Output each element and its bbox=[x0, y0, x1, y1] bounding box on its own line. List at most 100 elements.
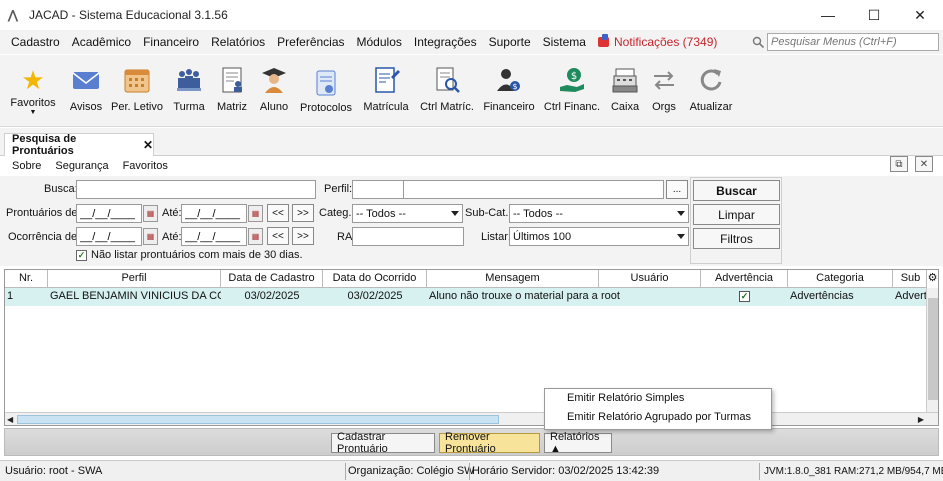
vertical-scrollbar[interactable] bbox=[926, 288, 938, 413]
svg-text:$: $ bbox=[512, 82, 517, 91]
matricula-button[interactable]: Matrícula bbox=[361, 55, 411, 127]
vertical-scroll-thumb[interactable] bbox=[928, 298, 938, 400]
col-usuario[interactable]: Usuário bbox=[599, 270, 701, 288]
cadastrar-prontuario-button[interactable]: Cadastrar Prontuário bbox=[331, 431, 435, 455]
caixa-button[interactable]: Caixa bbox=[608, 55, 642, 127]
col-perfil[interactable]: Perfil bbox=[48, 270, 221, 288]
ra-input[interactable] bbox=[352, 227, 464, 246]
financeiro-button[interactable]: $ Financeiro bbox=[482, 55, 536, 127]
envelope-icon bbox=[71, 65, 101, 95]
limpar-button[interactable]: Limpar bbox=[693, 204, 780, 225]
calendar-icon[interactable]: ▦ bbox=[248, 205, 263, 222]
categ-select[interactable]: -- Todos -- bbox=[352, 204, 463, 223]
tab-pesquisa-prontuarios[interactable]: Pesquisa de Prontuários ✕ bbox=[4, 133, 154, 157]
favoritos-button[interactable]: ★ Favoritos ▼ bbox=[8, 55, 58, 127]
menu-suporte[interactable]: Suporte bbox=[489, 35, 531, 49]
menu-sistema[interactable]: Sistema bbox=[543, 35, 586, 49]
listar-select[interactable]: Últimos 100 bbox=[509, 227, 689, 246]
col-advertencia[interactable]: Advertência bbox=[701, 270, 788, 288]
ra-label: RA bbox=[337, 231, 353, 243]
caixa-label: Caixa bbox=[610, 101, 640, 113]
calendar-icon[interactable]: ▦ bbox=[248, 228, 263, 245]
emitir-relatorio-agrupado-item[interactable]: Emitir Relatório Agrupado por Turmas bbox=[545, 408, 771, 427]
ocorrencia-prev-button[interactable]: << bbox=[267, 227, 289, 245]
tab-close-icon[interactable]: ✕ bbox=[143, 138, 153, 152]
menu-academico[interactable]: Acadêmico bbox=[72, 35, 131, 49]
prontuarios-ate-date-input[interactable] bbox=[181, 204, 247, 223]
horizontal-scroll-thumb[interactable] bbox=[17, 415, 499, 424]
matriz-button[interactable]: Matriz bbox=[214, 55, 250, 127]
window-controls: — ☐ ✕ bbox=[805, 0, 943, 30]
subcat-select[interactable]: -- Todos -- bbox=[509, 204, 689, 223]
status-bar: Usuário: root - SWA Organização: Colégio… bbox=[0, 460, 943, 481]
advertencia-checkbox[interactable]: ✓ bbox=[739, 291, 750, 302]
col-data-ocorrido[interactable]: Data do Ocorrido bbox=[323, 270, 427, 288]
ctrl-matric-button[interactable]: Ctrl Matríc. bbox=[418, 55, 476, 127]
thirty-days-checkbox-row[interactable]: ✓ Não listar prontuários com mais de 30 … bbox=[76, 249, 303, 261]
busca-input[interactable] bbox=[76, 180, 316, 199]
col-mensagem[interactable]: Mensagem bbox=[427, 270, 599, 288]
maximize-button[interactable]: ☐ bbox=[851, 0, 897, 30]
submenu-favoritos[interactable]: Favoritos bbox=[123, 160, 168, 172]
col-sub[interactable]: Sub bbox=[893, 270, 928, 288]
atualizar-button[interactable]: Atualizar bbox=[688, 55, 734, 127]
col-data-cadastro[interactable]: Data de Cadastro bbox=[221, 270, 323, 288]
menu-modulos[interactable]: Módulos bbox=[357, 35, 402, 49]
filtros-button[interactable]: Filtros bbox=[693, 228, 780, 249]
submenu-seguranca[interactable]: Segurança bbox=[55, 160, 108, 172]
notifications-link[interactable]: Notificações (7349) bbox=[597, 34, 717, 49]
perfil-code-input[interactable] bbox=[352, 180, 404, 199]
document-search-icon bbox=[432, 65, 462, 95]
orgs-button[interactable]: Orgs bbox=[648, 55, 680, 127]
ocorrencia-next-button[interactable]: >> bbox=[292, 227, 314, 245]
ocorrencia-ate-date-input[interactable] bbox=[181, 227, 247, 246]
menu-financeiro[interactable]: Financeiro bbox=[143, 35, 199, 49]
relatorios-button[interactable]: Relatórios ▲ bbox=[544, 431, 612, 455]
col-categoria[interactable]: Categoria bbox=[788, 270, 893, 288]
menu-search-input[interactable] bbox=[767, 33, 939, 51]
calendar-icon[interactable]: ▦ bbox=[143, 228, 158, 245]
emitir-relatorio-simples-item[interactable]: Emitir Relatório Simples bbox=[545, 389, 771, 408]
refresh-icon bbox=[696, 65, 726, 95]
prontuarios-prev-button[interactable]: << bbox=[267, 204, 289, 222]
thirty-days-checkbox[interactable]: ✓ bbox=[76, 249, 87, 261]
close-window-button[interactable]: ✕ bbox=[897, 0, 943, 30]
column-settings-icon[interactable]: ⚙ bbox=[926, 270, 938, 288]
perfil-lookup-button[interactable]: ... bbox=[666, 180, 688, 199]
aluno-button[interactable]: Aluno bbox=[255, 55, 293, 127]
calendar-icon[interactable]: ▦ bbox=[143, 205, 158, 222]
status-horario: Horário Servidor: 03/02/2025 13:42:39 bbox=[472, 465, 660, 477]
prontuarios-next-button[interactable]: >> bbox=[292, 204, 314, 222]
menu-cadastro[interactable]: Cadastro bbox=[11, 35, 60, 49]
protocolos-button[interactable]: Protocolos bbox=[298, 55, 354, 127]
minimize-button[interactable]: — bbox=[805, 0, 851, 30]
remover-prontuario-button[interactable]: Remover Prontuário bbox=[439, 431, 540, 455]
table-row[interactable]: 1 GAEL BENJAMIN VINICIUS DA CON... 03/02… bbox=[5, 288, 938, 306]
perfil-name-input[interactable] bbox=[403, 180, 664, 199]
avisos-button[interactable]: Avisos bbox=[66, 55, 106, 127]
horizontal-scrollbar[interactable]: ◀ ▶ bbox=[5, 412, 938, 425]
finance-user-icon: $ bbox=[494, 65, 524, 95]
atualizar-label: Atualizar bbox=[689, 101, 733, 113]
prontuarios-de-date-input[interactable] bbox=[76, 204, 142, 223]
per-letivo-button[interactable]: Per. Letivo bbox=[110, 55, 164, 127]
listar-value: Últimos 100 bbox=[513, 230, 572, 243]
menu-integracoes[interactable]: Integrações bbox=[414, 35, 477, 49]
submenu-sobre[interactable]: Sobre bbox=[12, 160, 41, 172]
favoritos-label: Favoritos bbox=[10, 97, 56, 109]
ocorrencia-de-date-input[interactable] bbox=[76, 227, 142, 246]
app-logo-icon: ⋀ bbox=[8, 8, 18, 22]
scroll-right-icon[interactable]: ▶ bbox=[918, 415, 924, 424]
svg-text:$: $ bbox=[571, 71, 577, 82]
close-form-icon[interactable]: ✕ bbox=[915, 156, 933, 172]
ctrl-financ-button[interactable]: $ Ctrl Financ. bbox=[542, 55, 602, 127]
dropdown-arrow-icon: ▼ bbox=[29, 109, 37, 116]
detach-icon[interactable]: ⧉ bbox=[890, 156, 908, 172]
scroll-left-icon[interactable]: ◀ bbox=[7, 415, 13, 424]
buscar-button[interactable]: Buscar bbox=[693, 180, 780, 201]
menu-preferencias[interactable]: Preferências bbox=[277, 35, 344, 49]
menu-relatorios[interactable]: Relatórios bbox=[211, 35, 265, 49]
table-header: Nr. Perfil Data de Cadastro Data do Ocor… bbox=[5, 270, 938, 288]
turma-button[interactable]: Turma bbox=[170, 55, 208, 127]
col-nr[interactable]: Nr. bbox=[5, 270, 48, 288]
